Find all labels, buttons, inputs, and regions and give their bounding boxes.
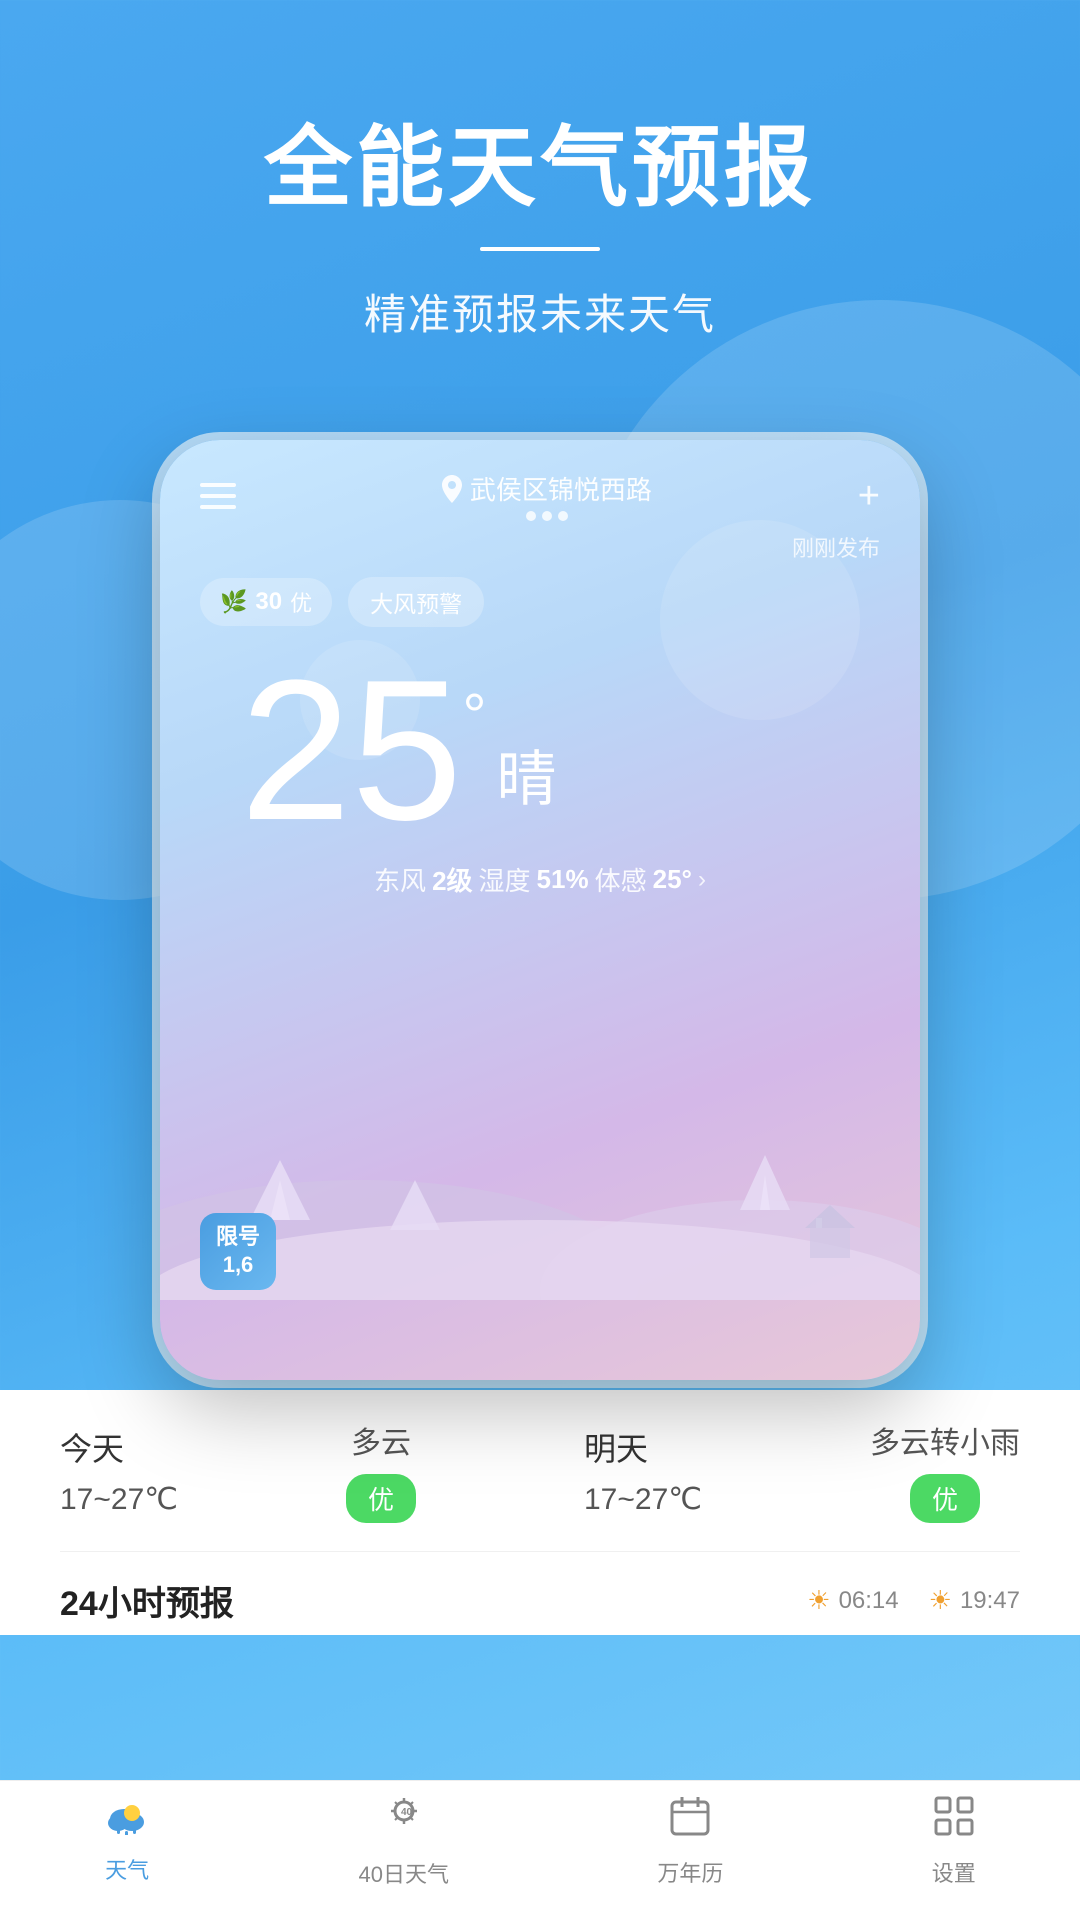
add-location-button[interactable]: + — [858, 477, 880, 515]
today-temp: 17~27℃ — [60, 1482, 178, 1517]
location-wrapper: 武侯区锦悦西路 — [442, 470, 652, 521]
calendar-icon — [669, 1794, 711, 1838]
tomorrow-forecast: 明天 17~27℃ — [584, 1424, 702, 1517]
forecast-row: 今天 17~27℃ 多云 优 明天 17~27℃ 多云转小雨 优 — [60, 1390, 1020, 1552]
sunset-icon: ☀ — [929, 1585, 952, 1616]
nav-item-settings[interactable]: 设置 — [932, 1794, 976, 1888]
sunrise-icon: ☀ — [807, 1585, 830, 1616]
license-line1: 限号 — [216, 1223, 260, 1252]
phone-topbar: 武侯区锦悦西路 + — [160, 440, 920, 531]
nav-item-calendar[interactable]: 万年历 — [657, 1794, 723, 1888]
svg-text:40: 40 — [401, 1807, 413, 1818]
bottom-section: 今天 17~27℃ 多云 优 明天 17~27℃ 多云转小雨 优 24小时预报 … — [0, 1390, 1080, 1635]
feel-label: 体感 — [595, 861, 647, 898]
nav-label-calendar: 万年历 — [657, 1856, 723, 1888]
license-badge[interactable]: 限号 1,6 — [200, 1213, 276, 1290]
phone-content: 武侯区锦悦西路 + 刚刚发布 🌿 30 优 大风预警 — [160, 440, 920, 1380]
nav-label-40day: 40日天气 — [359, 1857, 449, 1889]
nav-item-40day[interactable]: 40 40日天气 — [359, 1793, 449, 1889]
tomorrow-condition: 多云转小雨 — [870, 1418, 1020, 1462]
location-name: 武侯区锦悦西路 — [470, 470, 652, 507]
weather-nav-icon — [104, 1797, 150, 1845]
sky-orb-2 — [300, 640, 420, 760]
weather-details: 东风 2级 湿度 51% 体感 25° › — [160, 861, 920, 898]
app-title: 全能天气预报 — [0, 120, 1080, 217]
tomorrow-label: 明天 — [584, 1424, 648, 1470]
aqi-value: 30 — [255, 588, 282, 616]
location-pin-icon — [442, 475, 462, 503]
grid-icon — [932, 1794, 976, 1838]
aqi-badge[interactable]: 🌿 30 优 — [200, 578, 332, 626]
tomorrow-temp: 17~27℃ — [584, 1482, 702, 1517]
40day-nav-icon: 40 — [381, 1793, 427, 1849]
sunset-item: ☀ 19:47 — [929, 1585, 1020, 1616]
menu-icon[interactable] — [200, 483, 236, 509]
today-forecast: 今天 17~27℃ — [60, 1424, 178, 1517]
sunrise-item: ☀ 06:14 — [807, 1585, 898, 1616]
sky-orb-1 — [660, 520, 860, 720]
sunset-time: 19:47 — [960, 1587, 1020, 1615]
tomorrow-quality: 优 — [910, 1474, 980, 1523]
sunrise-time: 06:14 — [839, 1587, 899, 1615]
today-quality: 优 — [346, 1474, 416, 1523]
wind-level: 2级 — [432, 861, 472, 898]
today-label: 今天 — [60, 1424, 178, 1470]
calendar-nav-icon — [669, 1794, 711, 1848]
bottom-nav: 天气 40 40日天气 — [0, 1780, 1080, 1920]
today-condition: 多云 — [351, 1418, 411, 1462]
license-line2: 1,6 — [216, 1251, 260, 1280]
details-arrow-icon[interactable]: › — [698, 866, 706, 894]
location-label: 武侯区锦悦西路 — [442, 470, 652, 507]
feel-temp: 25° — [653, 864, 692, 895]
degree-symbol: ° — [462, 681, 486, 750]
nav-item-weather[interactable]: 天气 — [104, 1797, 150, 1885]
cloud-rain-icon — [104, 1799, 150, 1835]
phone-mockup: 武侯区锦悦西路 + 刚刚发布 🌿 30 优 大风预警 — [160, 440, 920, 1380]
settings-nav-icon — [932, 1794, 976, 1848]
weather-condition: 晴 — [496, 731, 556, 818]
aqi-quality: 优 — [290, 586, 312, 618]
nav-label-weather: 天气 — [105, 1853, 149, 1885]
humidity-label: 湿度 — [479, 861, 531, 898]
sun-calendar-icon: 40 — [381, 1793, 427, 1839]
wind-direction: 东风 — [374, 861, 426, 898]
hourly-header: 24小时预报 ☀ 06:14 ☀ 19:47 — [60, 1552, 1020, 1635]
humidity-value: 51% — [537, 864, 589, 895]
alert-badge[interactable]: 大风预警 — [348, 577, 484, 627]
leaf-icon: 🌿 — [220, 589, 247, 615]
title-divider — [480, 247, 600, 251]
app-subtitle: 精准预报未来天气 — [0, 281, 1080, 342]
sun-times: ☀ 06:14 ☀ 19:47 — [807, 1585, 1020, 1616]
app-header: 全能天气预报 精准预报未来天气 — [0, 0, 1080, 382]
nav-label-settings: 设置 — [932, 1856, 976, 1888]
hourly-title: 24小时预报 — [60, 1576, 234, 1625]
location-dots — [526, 511, 568, 521]
